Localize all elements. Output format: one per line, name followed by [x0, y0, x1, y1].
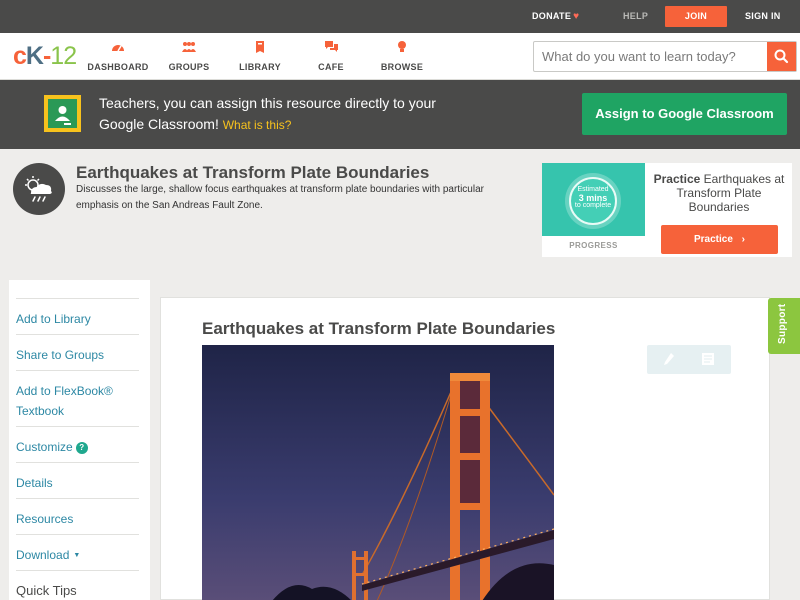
content-title: Earthquakes at Transform Plate Boundarie… — [202, 319, 556, 338]
site-header: cK-12 DASHBOARD GROUPS LIBRARY CAFE BROW… — [0, 33, 800, 80]
support-tab[interactable]: Support — [768, 298, 800, 354]
google-classroom-banner: Teachers, you can assign this resource d… — [0, 80, 800, 149]
golden-gate-bridge-image — [202, 345, 554, 600]
join-button[interactable]: JOIN — [665, 6, 727, 27]
top-bar: DONATE ♥ HELP JOIN SIGN IN — [0, 0, 800, 33]
page-title: Earthquakes at Transform Plate Boundarie… — [76, 163, 430, 182]
chevron-right-icon: › — [741, 234, 746, 245]
resource-sidebar: Add to Library Share to Groups Add to Fl… — [9, 280, 150, 600]
google-classroom-icon — [44, 95, 81, 132]
sidebar-item-add-to-library[interactable]: Add to Library — [16, 298, 139, 329]
pencil-icon[interactable] — [663, 352, 675, 371]
page-description: Discusses the large, shallow focus earth… — [76, 184, 484, 211]
nav-groups[interactable]: GROUPS — [153, 40, 225, 72]
sidebar-item-share-to-groups[interactable]: Share to Groups — [16, 334, 139, 365]
progress-label: PROGRESS — [569, 241, 618, 250]
sidebar-item-download[interactable]: Download ▼ — [16, 534, 139, 566]
notes-icon[interactable] — [701, 352, 715, 371]
help-icon[interactable]: ? — [75, 442, 88, 454]
practice-button[interactable]: Practice › — [661, 225, 778, 254]
nav-browse[interactable]: BROWSE — [366, 40, 438, 72]
ck12-logo[interactable]: cK-12 — [13, 44, 77, 69]
assign-to-google-classroom-button[interactable]: Assign to Google Classroom — [582, 93, 787, 135]
sidebar-item-resources[interactable]: Resources — [16, 498, 139, 529]
sidebar-item-add-to-flexbook[interactable]: Add to FlexBook® Textbook — [16, 370, 139, 421]
sidebar-item-customize[interactable]: Customize? — [16, 426, 139, 457]
browse-icon — [366, 40, 438, 56]
sidebar-item-quick-tips[interactable]: Quick Tips — [16, 570, 139, 600]
nav-dashboard[interactable]: DASHBOARD — [82, 40, 154, 72]
annotation-tools — [647, 345, 731, 374]
search-icon — [774, 49, 789, 64]
practice-progress-image: Estimated 3 mins to complete — [542, 163, 645, 236]
sign-in-link[interactable]: SIGN IN — [745, 0, 781, 33]
groups-icon — [153, 40, 225, 56]
estimated-time-badge: Estimated 3 mins to complete — [569, 177, 617, 225]
search-input[interactable] — [534, 42, 768, 71]
classroom-message: Teachers, you can assign this resource d… — [99, 95, 436, 132]
heart-icon: ♥ — [573, 11, 580, 22]
what-is-this-link[interactable]: What is this? — [223, 118, 292, 132]
nav-cafe[interactable]: CAFE — [295, 40, 367, 72]
caret-down-icon: ▼ — [73, 552, 81, 559]
search-box — [533, 41, 797, 72]
practice-heading: Practice Earthquakes at Transform Plate … — [653, 172, 785, 214]
sidebar-item-details[interactable]: Details — [16, 462, 139, 493]
nav-library[interactable]: LIBRARY — [224, 40, 296, 72]
practice-card: Estimated 3 mins to complete PROGRESS Pr… — [542, 163, 792, 257]
earth-science-weather-icon — [13, 163, 65, 215]
search-button[interactable] — [767, 42, 796, 71]
help-link[interactable]: HELP — [623, 0, 648, 33]
dashboard-icon — [82, 40, 154, 56]
library-icon — [224, 40, 296, 56]
donate-link[interactable]: DONATE ♥ — [532, 0, 579, 33]
main-content: Earthquakes at Transform Plate Boundarie… — [160, 297, 770, 600]
cafe-icon — [295, 40, 367, 56]
